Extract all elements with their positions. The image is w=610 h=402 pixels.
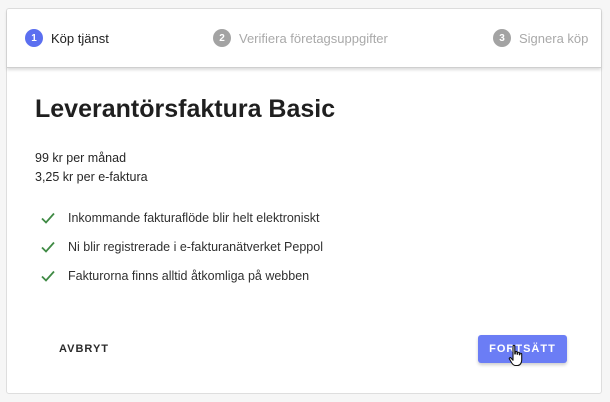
product-content: Leverantörsfaktura Basic 99 kr per månad… xyxy=(35,95,581,283)
step-number-badge: 2 xyxy=(213,29,231,47)
step-3[interactable]: 3 Signera köp xyxy=(493,28,588,48)
check-icon xyxy=(41,270,55,282)
feature-text: Ni blir registrerade i e-fakturanätverke… xyxy=(68,239,323,254)
feature-item: Ni blir registrerade i e-fakturanätverke… xyxy=(41,232,323,261)
feature-item: Fakturorna finns alltid åtkomliga på web… xyxy=(41,261,323,290)
step-label: Verifiera företagsuppgifter xyxy=(239,30,388,46)
feature-item: Inkommande fakturaflöde blir helt elektr… xyxy=(41,203,323,232)
feature-list: Inkommande fakturaflöde blir helt elektr… xyxy=(41,203,323,290)
feature-text: Fakturorna finns alltid åtkomliga på web… xyxy=(68,268,310,283)
hand-pointer-icon xyxy=(508,344,523,367)
price-monthly: 99 kr per månad xyxy=(35,151,127,165)
check-icon xyxy=(41,241,55,253)
step-2[interactable]: 2 Verifiera företagsuppgifter xyxy=(213,28,388,48)
check-icon xyxy=(41,212,55,224)
stepper: 1 Köp tjänst 2 Verifiera företagsuppgift… xyxy=(7,9,601,68)
feature-text: Inkommande fakturaflöde blir helt elektr… xyxy=(68,210,320,225)
step-1[interactable]: 1 Köp tjänst xyxy=(25,28,109,48)
step-label: Signera köp xyxy=(519,30,589,46)
step-label: Köp tjänst xyxy=(51,30,109,46)
cancel-button[interactable]: AVBRYT xyxy=(47,335,127,363)
price-per-invoice: 3,25 kr per e-faktura xyxy=(35,170,148,184)
product-title: Leverantörsfaktura Basic xyxy=(35,95,336,123)
step-number-badge: 3 xyxy=(493,29,511,47)
purchase-card: 1 Köp tjänst 2 Verifiera företagsuppgift… xyxy=(6,8,602,394)
step-number-badge: 1 xyxy=(25,29,43,47)
price-info: 99 kr per månad 3,25 kr per e-faktura xyxy=(35,149,148,187)
